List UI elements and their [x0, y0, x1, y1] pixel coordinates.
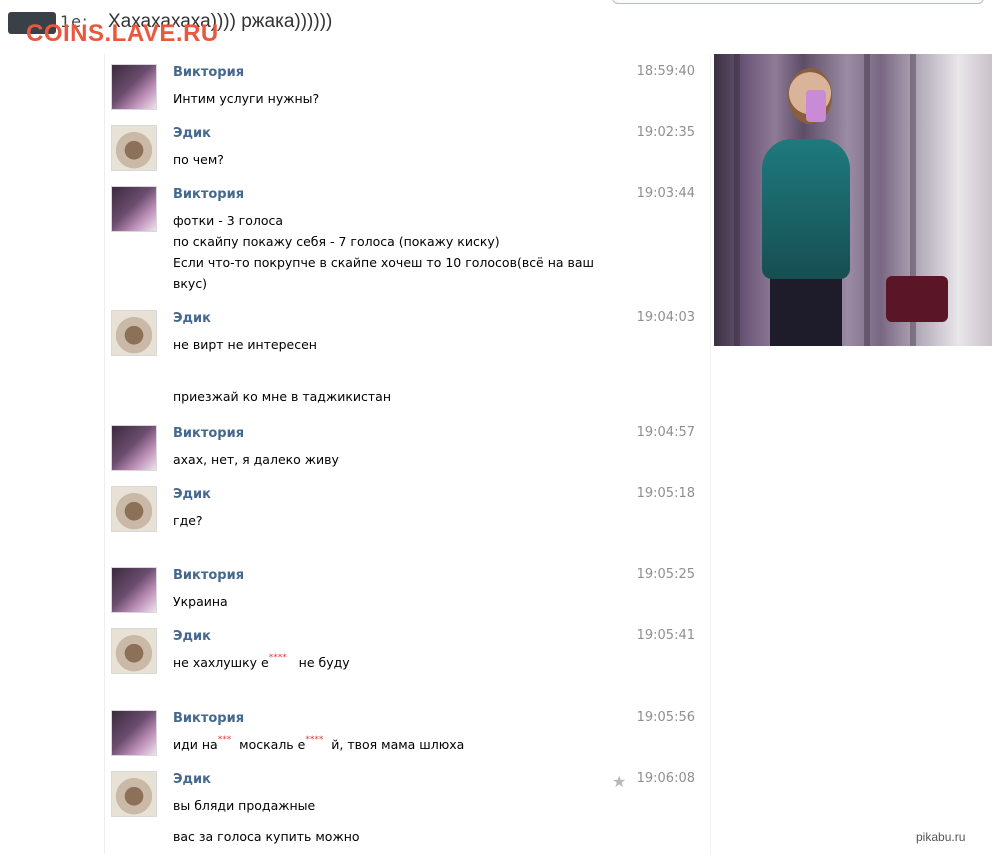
message: Виктория 18:59:40 Интим услуги нужны? [105, 64, 705, 114]
message-time: 19:05:56 [636, 710, 695, 725]
censor-mark: **** [305, 735, 324, 745]
sender-name[interactable]: Эдик [173, 311, 211, 326]
message-text-part: москаль е [239, 737, 306, 752]
avatar-edik[interactable] [111, 628, 157, 674]
message-text: не вирт не интересен [173, 337, 317, 352]
avatar-edik[interactable] [111, 125, 157, 171]
message-time: 19:05:25 [636, 567, 695, 582]
message-text: вас за голоса купить можно [173, 829, 360, 844]
message: Эдик 19:04:03 не вирт не интересен приез… [105, 310, 705, 410]
sender-name[interactable]: Виктория [173, 65, 244, 80]
message-text: по скайпу покажу себя - 7 голоса (покажу… [173, 234, 500, 249]
message-time: 19:05:18 [636, 486, 695, 501]
sender-name[interactable]: Эдик [173, 629, 211, 644]
star-icon[interactable]: ★ [612, 772, 626, 791]
censor-mark: *** [217, 735, 232, 745]
message-time: 19:04:03 [636, 310, 695, 325]
sender-name[interactable]: Виктория [173, 711, 244, 726]
message-text-part: не буду [298, 655, 350, 670]
message-text-part: иди на [173, 737, 218, 752]
photo-detail [770, 274, 842, 346]
attached-photo[interactable] [714, 54, 992, 346]
avatar-viktoria[interactable] [111, 567, 157, 613]
message-time: 19:06:08 [636, 771, 695, 786]
sender-name[interactable]: Эдик [173, 772, 211, 787]
top-strip: 1e: Хахахахаха)))) ржака)))))) COINS.LAV… [0, 0, 1000, 47]
avatar-edik[interactable] [111, 486, 157, 532]
message: Виктория 19:05:25 Украина [105, 567, 705, 617]
message-text: приезжай ко мне в таджикистан [173, 389, 391, 404]
divider [710, 54, 711, 854]
censor-mark: **** [268, 653, 287, 663]
message: Виктория 19:05:56 иди на*** москаль е***… [105, 710, 705, 760]
message-text: не хахлушку е**** не буду [173, 652, 350, 673]
message: Эдик 19:05:41 не хахлушку е**** не буду [105, 628, 705, 678]
avatar-viktoria[interactable] [111, 710, 157, 756]
message: Эдик 19:05:18 где? [105, 486, 705, 536]
footer-watermark: pikabu.ru [916, 830, 966, 844]
avatar-viktoria[interactable] [111, 64, 157, 110]
message-time: 19:02:35 [636, 125, 695, 140]
message-text-part: не хахлушку е [173, 655, 269, 670]
message-text: фотки - 3 голоса [173, 213, 284, 228]
photo-detail [864, 54, 870, 346]
watermark: COINS.LAVE.RU [26, 20, 219, 47]
message: Эдик 19:02:35 по чем? [105, 125, 705, 175]
message-text: Украина [173, 594, 228, 609]
message: Виктория 19:03:44 фотки - 3 голоса по ск… [105, 186, 705, 296]
sender-name[interactable]: Виктория [173, 426, 244, 441]
message-time: 18:59:40 [636, 64, 695, 79]
avatar-edik[interactable] [111, 310, 157, 356]
message-text-part: й, твоя мама шлюха [331, 737, 465, 752]
photo-detail [762, 139, 850, 279]
sender-name[interactable]: Виктория [173, 568, 244, 583]
reply-field-edge[interactable] [612, 0, 984, 4]
sender-name[interactable]: Эдик [173, 487, 211, 502]
avatar-viktoria[interactable] [111, 186, 157, 232]
message-time: 19:05:41 [636, 628, 695, 643]
avatar-edik[interactable] [111, 771, 157, 817]
message-text: иди на*** москаль е**** й, твоя мама шлю… [173, 734, 464, 755]
message-text: где? [173, 513, 203, 528]
message-time: 19:04:57 [636, 425, 695, 440]
photo-detail [806, 90, 826, 122]
avatar-viktoria[interactable] [111, 425, 157, 471]
message-text: Если что-то покрупче в скайпе хочеш то 1… [173, 255, 594, 270]
message-text: Интим услуги нужны? [173, 91, 320, 106]
sender-name[interactable]: Эдик [173, 126, 211, 141]
message-time: 19:03:44 [636, 186, 695, 201]
photo-detail [886, 276, 948, 322]
message-text: по чем? [173, 152, 224, 167]
message-text: вкус) [173, 276, 208, 291]
message-text: вы бляди продажные [173, 798, 316, 813]
sender-name[interactable]: Виктория [173, 187, 244, 202]
message: Виктория 19:04:57 ахах, нет, я далеко жи… [105, 425, 705, 475]
message-text: ахах, нет, я далеко живу [173, 452, 339, 467]
photo-detail [734, 54, 740, 346]
